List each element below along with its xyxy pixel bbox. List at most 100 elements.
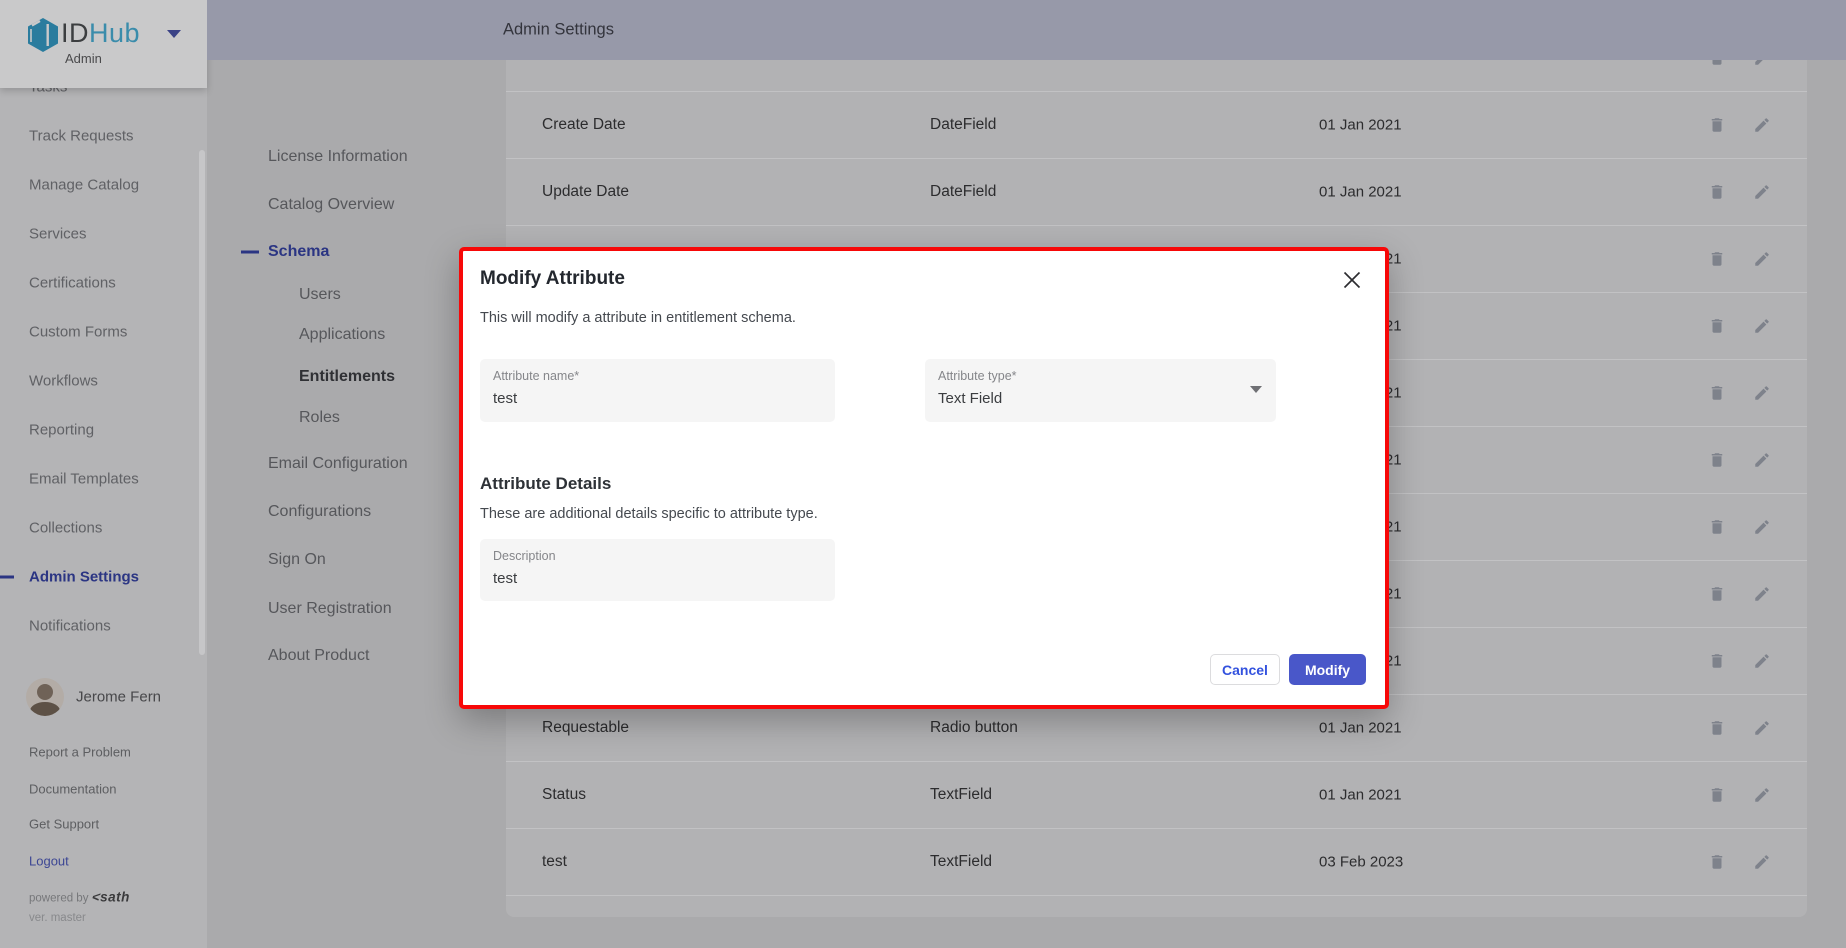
footer-link-report-a-problem[interactable]: Report a Problem: [29, 745, 131, 760]
footer-link-documentation[interactable]: Documentation: [29, 782, 116, 797]
delete-icon[interactable]: [1708, 786, 1726, 804]
edit-icon[interactable]: [1753, 853, 1771, 871]
version-label: ver. master: [29, 912, 86, 924]
sath-brand-logo: <sath: [92, 890, 130, 905]
delete-icon[interactable]: [1708, 853, 1726, 871]
edit-icon[interactable]: [1753, 518, 1771, 536]
subnav-item-catalog-overview[interactable]: Catalog Overview: [268, 196, 394, 214]
sidebar-scrollbar[interactable]: [199, 150, 205, 655]
subnav-item-license-information[interactable]: License Information: [268, 148, 408, 166]
sidebar-item-custom-forms[interactable]: Custom Forms: [29, 324, 127, 341]
description-field[interactable]: Description test: [480, 539, 835, 601]
page-header: Admin Settings: [207, 0, 1846, 60]
modal-subtitle: This will modify a attribute in entitlem…: [480, 310, 796, 326]
attribute-type-select[interactable]: Attribute type* Text Field: [925, 359, 1276, 422]
app-logo: IDHub: [61, 18, 140, 49]
subnav-item-configurations[interactable]: Configurations: [268, 503, 371, 521]
attribute-name-cell: Status: [542, 786, 586, 804]
footer-link-get-support[interactable]: Get Support: [29, 817, 99, 832]
attribute-type-label: Attribute type*: [938, 369, 1017, 383]
delete-icon[interactable]: [1708, 451, 1726, 469]
subnav-item-users[interactable]: Users: [299, 286, 341, 304]
delete-icon[interactable]: [1708, 585, 1726, 603]
sidebar-item-certifications[interactable]: Certifications: [29, 275, 116, 292]
delete-icon[interactable]: [1708, 250, 1726, 268]
delete-icon[interactable]: [1708, 652, 1726, 670]
edit-icon[interactable]: [1753, 183, 1771, 201]
edit-icon[interactable]: [1753, 652, 1771, 670]
subnav-item-schema[interactable]: Schema: [268, 243, 329, 261]
delete-icon[interactable]: [1708, 384, 1726, 402]
attribute-type-cell: TextField: [930, 786, 992, 804]
table-row-status: Status TextField 01 Jan 2021: [506, 762, 1807, 829]
table-row-create-date: Create DateDateField01 Jan 2021: [506, 92, 1807, 159]
logo-hub: Hub: [89, 18, 140, 48]
attribute-date-cell: 01 Jan 2021: [1319, 719, 1402, 736]
subnav-item-entitlements[interactable]: Entitlements: [299, 368, 395, 386]
attribute-name-cell: Update Date: [542, 183, 629, 201]
subnav-item-about-product[interactable]: About Product: [268, 647, 369, 665]
attribute-type-cell: DateField: [930, 116, 996, 134]
edit-icon[interactable]: [1753, 116, 1771, 134]
edit-icon[interactable]: [1753, 250, 1771, 268]
sidebar-item-manage-catalog[interactable]: Manage Catalog: [29, 177, 139, 194]
sidebar-item-reporting[interactable]: Reporting: [29, 422, 94, 439]
sidebar-item-collections[interactable]: Collections: [29, 520, 102, 537]
sidebar-item-track-requests[interactable]: Track Requests: [29, 128, 133, 145]
footer-link-logout[interactable]: Logout: [29, 854, 69, 869]
delete-icon[interactable]: [1708, 183, 1726, 201]
avatar-body: [30, 702, 60, 716]
attribute-name-cell: test: [542, 853, 567, 871]
active-subnav-dash-indicator: [241, 251, 259, 254]
attribute-date-cell: 01 Jan 2021: [1319, 183, 1402, 200]
description-label: Description: [493, 549, 556, 563]
edit-icon[interactable]: [1753, 719, 1771, 737]
attribute-type-cell: TextField: [930, 853, 992, 871]
table-row-test: test TextField 03 Feb 2023: [506, 829, 1807, 896]
sidebar-item-notifications[interactable]: Notifications: [29, 618, 111, 635]
avatar[interactable]: [26, 678, 64, 716]
edit-icon[interactable]: [1753, 317, 1771, 335]
delete-icon[interactable]: [1708, 116, 1726, 134]
edit-icon[interactable]: [1753, 585, 1771, 603]
attribute-date-cell: 01 Jan 2021: [1319, 116, 1402, 133]
delete-icon[interactable]: [1708, 719, 1726, 737]
edit-icon[interactable]: [1753, 451, 1771, 469]
attribute-name-field[interactable]: Attribute name* test: [480, 359, 835, 422]
logo-dropdown-caret-icon[interactable]: [167, 30, 181, 38]
delete-icon[interactable]: [1708, 518, 1726, 536]
idhub-hexagon-logo-icon: [27, 17, 59, 53]
attribute-type-value: Text Field: [938, 390, 1002, 407]
active-item-dash-indicator: [0, 576, 14, 579]
user-name: Jerome Fern: [76, 689, 161, 706]
subnav-item-user-registration[interactable]: User Registration: [268, 600, 392, 618]
logo-subtitle: Admin: [65, 51, 102, 66]
edit-icon[interactable]: [1753, 384, 1771, 402]
attribute-details-heading: Attribute Details: [480, 474, 611, 494]
description-value: test: [493, 570, 517, 587]
subnav-item-sign-on[interactable]: Sign On: [268, 551, 326, 569]
sidebar-item-admin-settings[interactable]: Admin Settings: [29, 569, 139, 586]
attribute-name-value: test: [493, 390, 517, 407]
modify-button[interactable]: Modify: [1289, 654, 1366, 685]
edit-icon[interactable]: [1753, 786, 1771, 804]
attribute-date-cell: 01 Jan 2021: [1319, 786, 1402, 803]
cancel-button[interactable]: Cancel: [1210, 654, 1280, 685]
attribute-name-label: Attribute name*: [493, 369, 579, 383]
avatar-head: [37, 684, 53, 700]
delete-icon[interactable]: [1708, 317, 1726, 335]
page-title: Admin Settings: [503, 21, 614, 40]
primary-sidebar: TasksTrack RequestsManage CatalogService…: [0, 0, 207, 948]
attribute-date-cell: 03 Feb 2023: [1319, 853, 1403, 870]
sidebar-item-workflows[interactable]: Workflows: [29, 373, 98, 390]
attribute-type-cell: Radio button: [930, 719, 1018, 737]
close-icon[interactable]: [1342, 270, 1362, 290]
chevron-down-icon[interactable]: [1250, 386, 1262, 393]
sidebar-item-services[interactable]: Services: [29, 226, 87, 243]
subnav-item-applications[interactable]: Applications: [299, 326, 385, 344]
sidebar-item-email-templates[interactable]: Email Templates: [29, 471, 139, 488]
logo-id: ID: [61, 18, 89, 48]
subnav-item-roles[interactable]: Roles: [299, 409, 340, 427]
subnav-item-email-configuration[interactable]: Email Configuration: [268, 455, 408, 473]
powered-by: powered by <sath: [29, 890, 130, 905]
